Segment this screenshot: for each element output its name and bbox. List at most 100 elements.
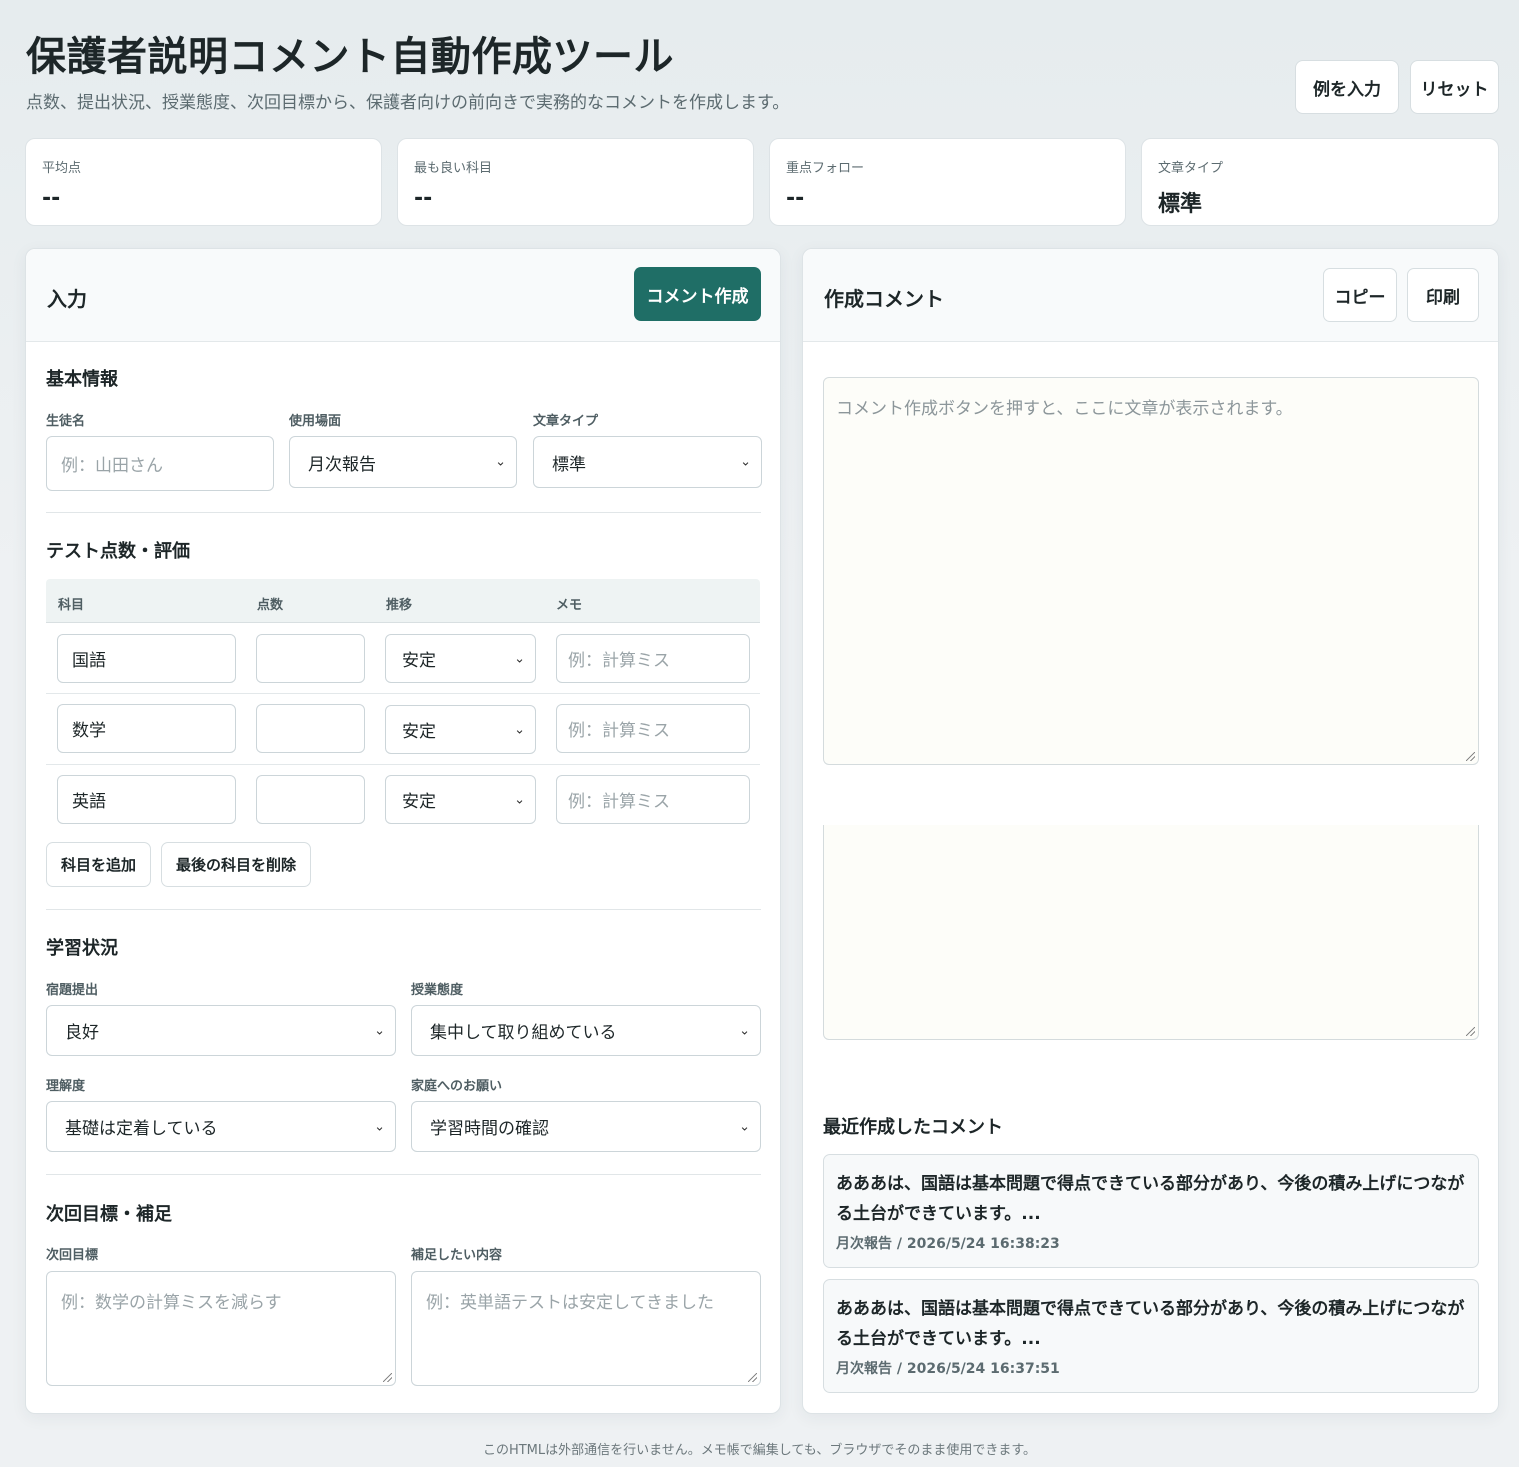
extra-content-textarea[interactable]: 例：英単語テストは安定してきました <box>411 1271 761 1386</box>
col-score: 点数 <box>257 598 284 613</box>
stat-text-type: 文章タイプ 標準 <box>1141 138 1499 226</box>
chevron-down-icon: ⌄ <box>740 454 751 470</box>
memo-input[interactable]: 例：計算ミス <box>556 704 750 753</box>
generate-comment-button[interactable]: コメント作成 <box>634 267 761 321</box>
trend-select-value: 安定 <box>402 792 436 812</box>
text-type-label: 文章タイプ <box>533 414 599 429</box>
score-input[interactable] <box>256 704 365 753</box>
attitude-label: 授業態度 <box>411 983 464 998</box>
home-request-select[interactable]: 学習時間の確認 ⌄ <box>411 1101 761 1152</box>
stat-focus-follow: 重点フォロー -- <box>769 138 1126 226</box>
stat-average: 平均点 -- <box>25 138 382 226</box>
trend-select[interactable]: 安定 ⌄ <box>385 775 536 824</box>
stat-value: -- <box>42 186 61 211</box>
divider <box>46 512 761 513</box>
section-goal-title: 次回目標・補足 <box>46 1204 172 1225</box>
output-panel: 作成コメント コピー 印刷 コメント作成ボタンを押すと、ここに文章が表示されます… <box>802 248 1499 1414</box>
divider <box>46 1174 761 1175</box>
text-type-select-value: 標準 <box>552 454 586 475</box>
recent-comment-text: あああは、国語は基本問題で得点できている部分があり、今後の積み上げにつながる土台… <box>836 1299 1465 1349</box>
home-request-select-value: 学習時間の確認 <box>430 1119 549 1139</box>
stat-value: -- <box>786 186 805 211</box>
stat-best-subject: 最も良い科目 -- <box>397 138 754 226</box>
page-subtitle: 点数、提出状況、授業態度、次回目標から、保護者向けの前向きで実務的なコメントを作… <box>26 93 790 113</box>
next-goal-placeholder: 例：数学の計算ミスを減らす <box>61 1293 282 1313</box>
resize-grip-icon[interactable] <box>748 1373 757 1382</box>
understanding-select[interactable]: 基礎は定着している ⌄ <box>46 1101 396 1152</box>
next-goal-textarea[interactable]: 例：数学の計算ミスを減らす <box>46 1271 396 1386</box>
understanding-label: 理解度 <box>46 1079 86 1094</box>
resize-grip-icon[interactable] <box>1466 752 1475 761</box>
chevron-down-icon: ⌄ <box>514 651 525 666</box>
print-button[interactable]: 印刷 <box>1407 268 1479 322</box>
subject-input[interactable]: 英語 <box>57 775 236 824</box>
output-panel-title: 作成コメント <box>824 287 944 311</box>
reset-button[interactable]: リセット <box>1410 60 1499 114</box>
chevron-down-icon: ⌄ <box>374 1119 385 1134</box>
comment-output-textarea[interactable]: コメント作成ボタンを押すと、ここに文章が表示されます。 <box>823 377 1479 765</box>
input-panel-title: 入力 <box>47 287 87 311</box>
resize-grip-icon[interactable] <box>1466 1027 1475 1036</box>
input-panel-header: 入力 コメント作成 <box>26 249 780 342</box>
chevron-down-icon: ⌄ <box>739 1119 750 1134</box>
stat-label: 重点フォロー <box>786 161 865 176</box>
recent-comment-item[interactable]: あああは、国語は基本問題で得点できている部分があり、今後の積み上げにつながる土台… <box>823 1154 1479 1268</box>
subject-input[interactable]: 国語 <box>57 634 236 683</box>
next-goal-label: 次回目標 <box>46 1248 99 1263</box>
subject-input[interactable]: 数学 <box>57 704 236 753</box>
row-divider <box>46 764 760 765</box>
col-subject: 科目 <box>58 598 85 613</box>
student-name-input[interactable]: 例：山田さん <box>46 436 274 491</box>
copy-button[interactable]: コピー <box>1323 268 1397 322</box>
recent-comment-meta: 月次報告 / 2026/5/24 16:38:23 <box>836 1236 1060 1252</box>
trend-select-value: 安定 <box>402 651 436 671</box>
section-basic-title: 基本情報 <box>46 369 118 390</box>
stat-label: 平均点 <box>42 161 82 176</box>
trend-select-value: 安定 <box>402 722 436 742</box>
homework-label: 宿題提出 <box>46 983 99 998</box>
output-panel-header: 作成コメント コピー 印刷 <box>803 249 1498 342</box>
extra-content-label: 補足したい内容 <box>411 1248 503 1263</box>
resize-grip-icon[interactable] <box>383 1373 392 1382</box>
chevron-down-icon: ⌄ <box>739 1023 750 1038</box>
row-divider <box>46 693 760 694</box>
extra-content-placeholder: 例：英単語テストは安定してきました <box>426 1293 714 1313</box>
recent-comment-text: あああは、国語は基本問題で得点できている部分があり、今後の積み上げにつながる土台… <box>836 1174 1465 1224</box>
chevron-down-icon: ⌄ <box>374 1023 385 1038</box>
divider <box>46 909 761 910</box>
stat-label: 文章タイプ <box>1158 161 1224 176</box>
footer-note: このHTMLは外部通信を行いません。メモ帳で編集しても、ブラウザでそのまま使用で… <box>482 1443 1037 1458</box>
scene-select[interactable]: 月次報告 ⌄ <box>289 436 517 488</box>
col-memo: メモ <box>556 598 583 613</box>
attitude-select-value: 集中して取り組めている <box>430 1023 617 1043</box>
memo-input[interactable]: 例：計算ミス <box>556 775 750 824</box>
example-fill-button[interactable]: 例を入力 <box>1295 60 1399 114</box>
student-name-label: 生徒名 <box>46 414 86 429</box>
home-request-label: 家庭へのお願い <box>411 1079 503 1094</box>
col-trend: 推移 <box>386 598 413 613</box>
remove-last-subject-button[interactable]: 最後の科目を削除 <box>161 842 311 887</box>
score-input[interactable] <box>256 634 365 683</box>
stat-value: -- <box>414 186 433 211</box>
understanding-select-value: 基礎は定着している <box>65 1119 218 1139</box>
scene-select-value: 月次報告 <box>308 454 376 475</box>
secondary-output-textarea[interactable] <box>823 825 1479 1040</box>
add-subject-button[interactable]: 科目を追加 <box>46 842 151 887</box>
homework-select[interactable]: 良好 ⌄ <box>46 1005 396 1056</box>
chevron-down-icon: ⌄ <box>514 722 525 737</box>
text-type-select[interactable]: 標準 ⌄ <box>533 436 762 488</box>
section-study-title: 学習状況 <box>46 938 118 959</box>
score-input[interactable] <box>256 775 365 824</box>
trend-select[interactable]: 安定 ⌄ <box>385 634 536 683</box>
stat-label: 最も良い科目 <box>414 161 493 176</box>
input-panel: 入力 コメント作成 基本情報 生徒名 例：山田さん 使用場面 月次報告 ⌄ 文章… <box>25 248 781 1414</box>
recent-comment-item[interactable]: あああは、国語は基本問題で得点できている部分があり、今後の積み上げにつながる土台… <box>823 1279 1479 1393</box>
chevron-down-icon: ⌄ <box>514 792 525 807</box>
trend-select[interactable]: 安定 ⌄ <box>385 705 536 754</box>
comment-output-placeholder: コメント作成ボタンを押すと、ここに文章が表示されます。 <box>836 399 1293 419</box>
attitude-select[interactable]: 集中して取り組めている ⌄ <box>411 1005 761 1056</box>
recent-comment-meta: 月次報告 / 2026/5/24 16:37:51 <box>836 1361 1060 1377</box>
memo-input[interactable]: 例：計算ミス <box>556 634 750 683</box>
recent-comments-title: 最近作成したコメント <box>823 1117 1003 1138</box>
section-scores-title: テスト点数・評価 <box>46 541 190 562</box>
